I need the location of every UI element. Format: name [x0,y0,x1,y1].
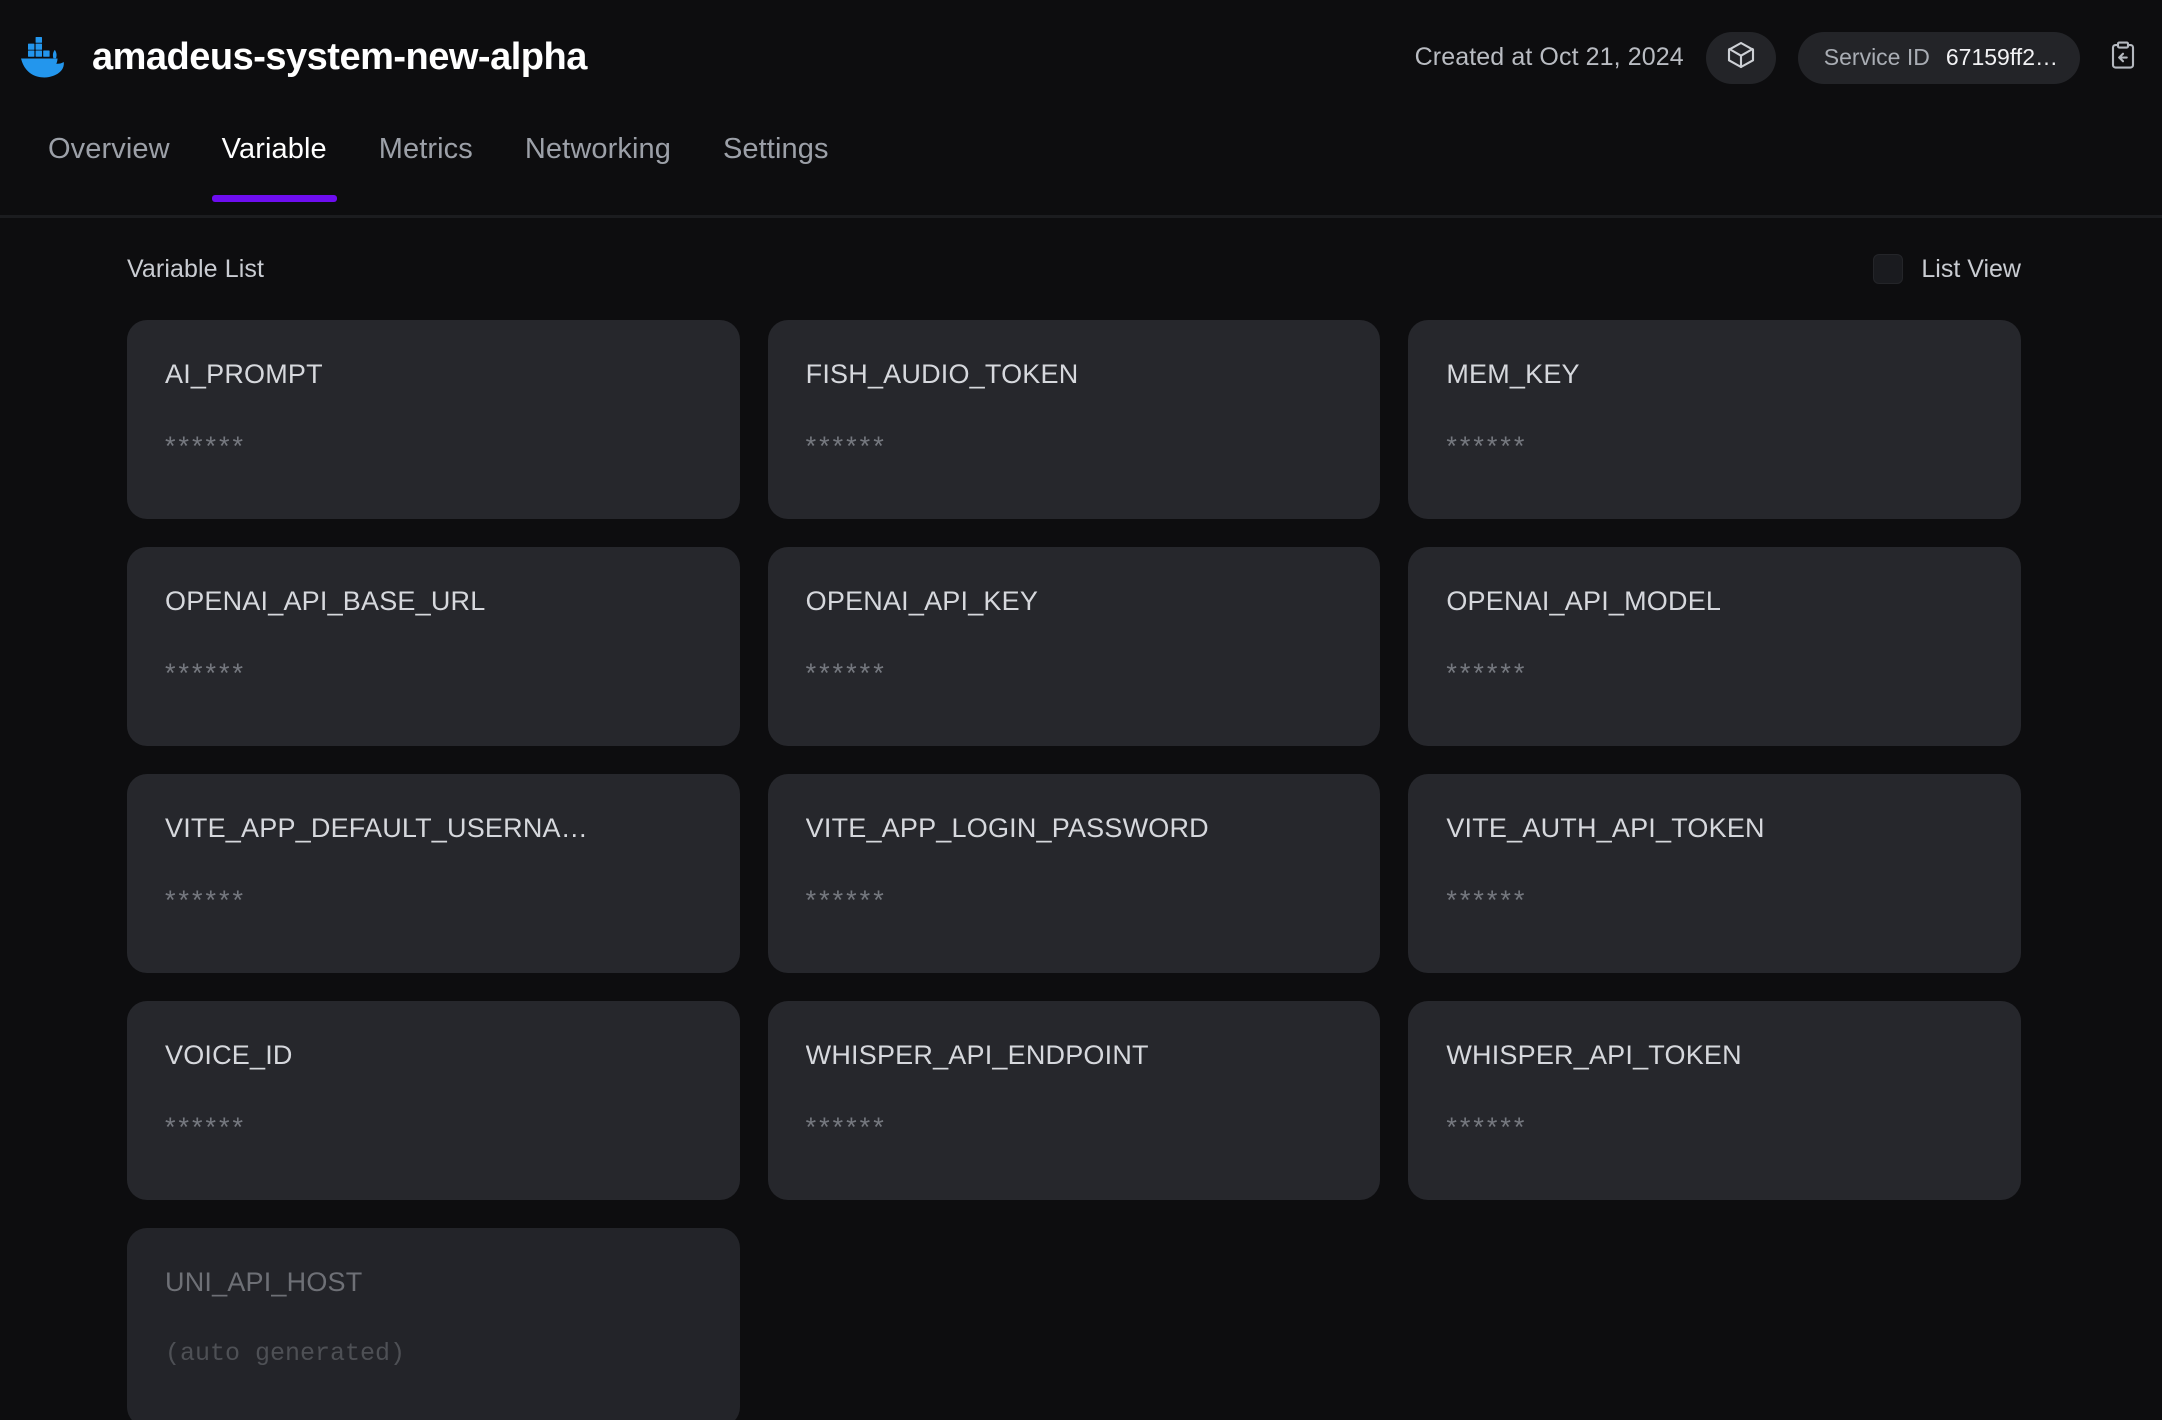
tab-networking-label: Networking [524,133,671,165]
cube-icon [1725,39,1757,76]
tab-networking[interactable]: Networking [499,115,697,166]
service-id-label: Service ID [1823,44,1930,70]
variable-value: ****** [805,885,887,915]
variable-value: ****** [165,431,247,461]
variable-name: UNI_API_HOST [165,1268,363,1297]
variable-card[interactable]: OPENAI_API_MODEL ****** [1408,547,2021,746]
tab-overview-label: Overview [48,133,170,165]
service-id-value: 67159ff2… [1945,44,2058,70]
copy-service-id-button[interactable] [2106,41,2140,75]
variable-name: MEM_KEY [1446,360,1580,389]
tab-metrics[interactable]: Metrics [353,115,499,166]
tabbar: Overview Variable Metrics Networking Set… [0,115,2162,218]
variable-value: ****** [165,658,247,688]
docker-whale-icon [12,29,70,87]
tab-metrics-label: Metrics [378,133,473,165]
variable-card[interactable]: VOICE_ID ****** [127,1001,740,1200]
variable-value: ****** [1446,1112,1528,1142]
tab-variable[interactable]: Variable [196,115,353,202]
variable-card[interactable]: MEM_KEY ****** [1408,320,2021,519]
tabbar-divider [0,215,2162,218]
variable-name: WHISPER_API_TOKEN [1446,1041,1742,1070]
list-view-label: List View [1921,254,2021,283]
tab-overview[interactable]: Overview [22,115,196,166]
variable-card[interactable]: FISH_AUDIO_TOKEN ****** [767,320,1381,519]
page-header: amadeus-system-new-alpha Created at Oct … [0,0,2162,115]
variable-value: ****** [1446,431,1528,461]
variable-card[interactable]: OPENAI_API_KEY ****** [767,547,1381,746]
variable-value: ****** [805,431,887,461]
variable-card[interactable]: WHISPER_API_TOKEN ****** [1408,1001,2021,1200]
variable-name: OPENAI_API_BASE_URL [165,587,486,616]
variable-name: OPENAI_API_KEY [805,587,1039,616]
variable-card[interactable]: VITE_APP_LOGIN_PASSWORD ****** [767,774,1381,973]
tab-settings[interactable]: Settings [697,115,855,166]
list-view-toggle[interactable]: List View [1873,254,2021,284]
variable-value: ****** [165,1112,247,1142]
tab-variable-label: Variable [221,133,327,165]
variable-grid: AI_PROMPT ****** FISH_AUDIO_TOKEN ****** MEM… [127,320,2021,1420]
variable-value: ****** [805,658,887,688]
variable-value: (auto generated) [165,1339,406,1368]
variable-name: VOICE_ID [165,1041,293,1070]
variable-card[interactable]: VITE_APP_DEFAULT_USERNA… ****** [127,774,740,973]
variable-name: VITE_APP_DEFAULT_USERNA… [165,814,588,843]
header-actions: Created at Oct 21, 2024 Service ID 67159… [1414,31,2140,84]
brand: amadeus-system-new-alpha [12,29,587,87]
clipboard-paste-icon [2108,40,2138,75]
variable-card[interactable]: AI_PROMPT ****** [127,320,740,519]
variable-card[interactable]: WHISPER_API_ENDPOINT ****** [767,1001,1381,1200]
tab-settings-label: Settings [722,133,829,165]
page-title: amadeus-system-new-alpha [92,36,587,78]
variable-value: ****** [1446,658,1528,688]
variable-value: ****** [805,1112,887,1142]
variable-list-title: Variable List [127,254,265,283]
variable-value: ****** [165,885,247,915]
variable-name: WHISPER_API_ENDPOINT [805,1041,1149,1070]
variable-name: AI_PROMPT [165,360,323,389]
variable-name: VITE_AUTH_API_TOKEN [1446,814,1765,843]
active-tab-indicator [211,195,337,202]
variable-name: VITE_APP_LOGIN_PASSWORD [805,814,1209,843]
variable-card: UNI_API_HOST (auto generated) [127,1228,740,1420]
variable-list-header: Variable List List View [127,246,2021,292]
variable-card[interactable]: VITE_AUTH_API_TOKEN ****** [1408,774,2021,973]
list-view-checkbox[interactable] [1873,254,1904,284]
service-id-pill[interactable]: Service ID 67159ff2… [1797,31,2080,84]
variable-value: ****** [1446,885,1528,915]
variable-name: OPENAI_API_MODEL [1446,587,1722,616]
variable-name: FISH_AUDIO_TOKEN [805,360,1079,389]
container-button[interactable] [1705,31,1776,84]
created-at-label: Created at Oct 21, 2024 [1414,43,1684,71]
variable-panel: Variable List List View AI_PROMPT ****** F… [0,218,2162,1420]
variable-card[interactable]: OPENAI_API_BASE_URL ****** [127,547,740,746]
